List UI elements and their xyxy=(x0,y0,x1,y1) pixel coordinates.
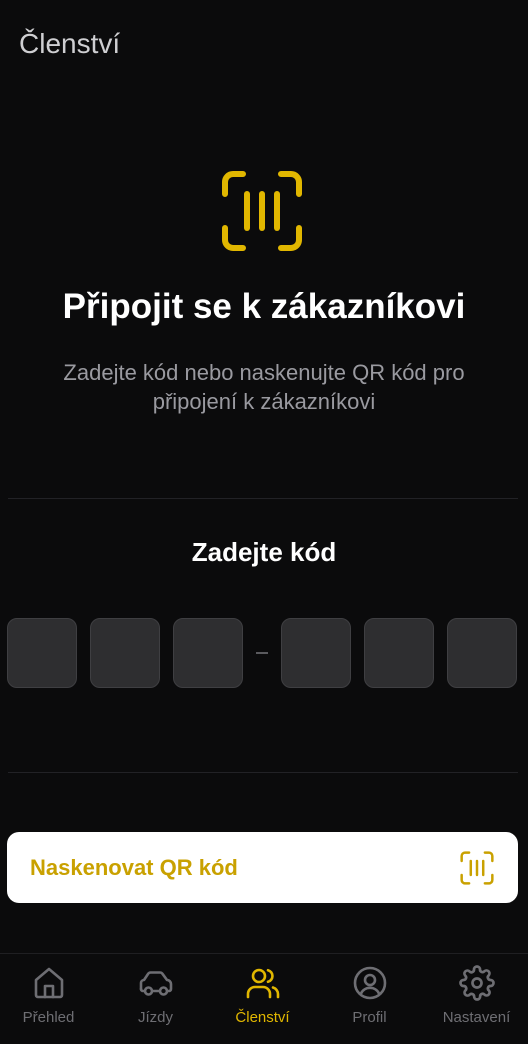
home-icon xyxy=(34,967,63,999)
page-title: Členství xyxy=(19,28,121,59)
scan-qr-button[interactable]: Naskenovat QR kód xyxy=(7,832,518,903)
code-label: Zadejte kód xyxy=(191,537,337,567)
code-digit-3[interactable] xyxy=(173,618,243,688)
code-digit-2[interactable] xyxy=(90,618,160,688)
tab-label: Přehled xyxy=(22,1009,75,1026)
car-icon xyxy=(139,971,172,996)
tab-jizdy[interactable]: Jízdy xyxy=(103,954,208,1044)
code-digit-4[interactable] xyxy=(281,618,351,688)
tab-label: Nastavení xyxy=(442,1009,511,1026)
users-icon xyxy=(246,968,279,999)
gear-icon xyxy=(458,965,495,1001)
qr-scan-icon xyxy=(222,171,302,251)
user-circle-icon xyxy=(353,966,386,1000)
tab-label: Profil xyxy=(352,1009,387,1026)
code-digit-1[interactable] xyxy=(7,618,77,688)
divider xyxy=(8,498,518,499)
hero-title: Připojit se k zákazníkovi xyxy=(62,287,466,326)
hero-subtitle: Zadejte kód nebo naskenujte QR kód pro p… xyxy=(63,360,465,414)
tab-profil[interactable]: Profil xyxy=(317,954,422,1044)
scan-qr-button-label: Naskenovat QR kód xyxy=(30,854,238,880)
tab-prehled[interactable]: Přehled xyxy=(0,954,101,1044)
tab-label: Jízdy xyxy=(137,1009,173,1026)
code-digit-6[interactable] xyxy=(447,618,517,688)
dash-separator xyxy=(256,652,268,654)
tab-label: Členství xyxy=(235,1009,290,1026)
qr-scan-icon xyxy=(460,850,494,885)
tab-nastaveni[interactable]: Nastavení xyxy=(424,954,528,1044)
divider xyxy=(8,772,518,773)
tab-clenstvi[interactable]: Členství xyxy=(210,954,315,1044)
tab-bar: Přehled Jízdy Členství Profil Nastavení xyxy=(0,953,528,1043)
code-digit-5[interactable] xyxy=(364,618,434,688)
